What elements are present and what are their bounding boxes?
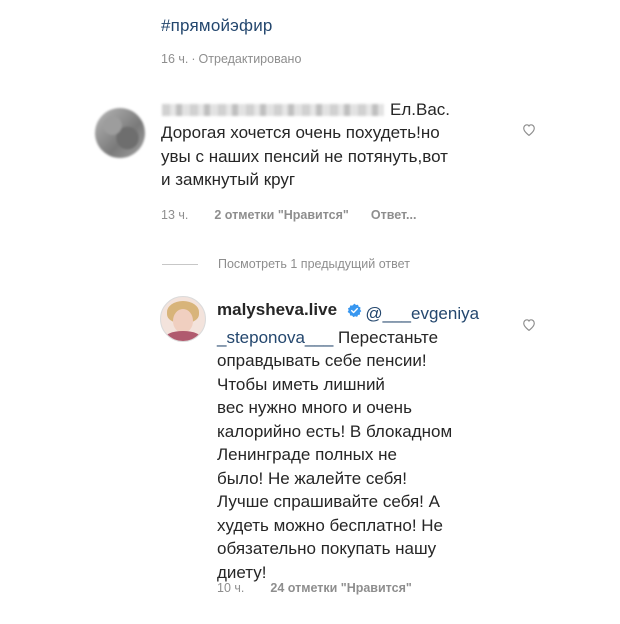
avatar[interactable] <box>95 108 145 158</box>
view-previous-replies[interactable]: Посмотреть 1 предыдущий ответ <box>162 257 410 271</box>
post-meta: 16 ч. · Отредактировано <box>161 52 301 66</box>
post-edited-label: Отредактировано <box>198 52 302 66</box>
mention-link-continued[interactable]: _steponova___ <box>217 328 333 347</box>
reply-meta: 10 ч. 24 отметки "Нравится" <box>217 581 412 595</box>
reply-likes-count[interactable]: 24 отметки "Нравится" <box>270 581 411 595</box>
reply-body: Перестаньте оправдывать себе пенсии! Что… <box>217 327 453 582</box>
view-previous-label[interactable]: Посмотреть 1 предыдущий ответ <box>218 257 410 271</box>
meta-separator: · <box>191 52 196 66</box>
post-hashtag[interactable]: #прямойэфир <box>161 16 273 36</box>
comment-text: Дорогая хочется очень похудеть!но увы с … <box>161 123 448 189</box>
avatar-shirt <box>165 331 201 341</box>
reply-button[interactable]: Ответ... <box>371 208 417 222</box>
avatar[interactable] <box>160 296 206 342</box>
mention-link[interactable]: @___evgeniya <box>365 304 479 323</box>
heart-icon[interactable] <box>522 123 536 136</box>
divider-line <box>162 263 198 265</box>
likes-count[interactable]: 2 отметки "Нравится" <box>214 208 348 222</box>
reply-time: 10 ч. <box>217 581 245 595</box>
comment-meta: 13 ч. 2 отметки "Нравится" Ответ... <box>161 208 416 222</box>
avatar-face <box>173 309 193 333</box>
blurred-username[interactable] <box>162 104 384 116</box>
reply-username[interactable]: malysheva.live <box>217 300 337 320</box>
reply-comment-text: malysheva.live @___evgeniya _steponova__… <box>217 302 517 584</box>
comment-time: 13 ч. <box>161 208 189 222</box>
comment-author-tail: Ел.Вас. <box>390 100 450 119</box>
verified-badge-icon <box>347 303 362 318</box>
post-time: 16 ч. <box>161 52 189 66</box>
heart-icon[interactable] <box>522 318 536 331</box>
